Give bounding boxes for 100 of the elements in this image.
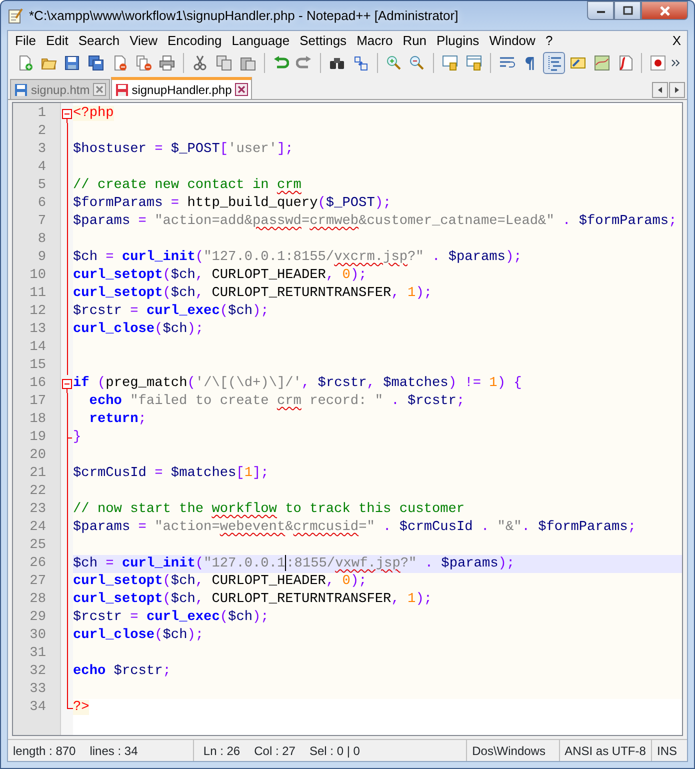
menu-item[interactable]: Search [73,30,125,50]
code-line: echo $rcstr; [73,663,172,681]
line-number: 21 [30,466,46,481]
replace-icon [352,55,369,71]
code-editor[interactable] [12,102,683,736]
status-text: ANSI as UTF-8 [564,742,646,760]
save-icon [64,55,80,71]
line-number: 4 [38,160,46,175]
menu-item[interactable]: Window [484,30,540,50]
code-line: // create new contact in crm [73,177,302,195]
status-text: INS [657,742,678,760]
menu-item[interactable]: Macro [352,30,398,50]
menu-item[interactable]: Plugins [432,30,484,50]
line-number: 26 [30,556,46,571]
code-line: $hostuser = $_POST['user']; [73,141,294,159]
menu-item[interactable]: Run [398,30,432,50]
indent-guide-icon [546,55,562,71]
copy-icon [216,55,232,71]
close-icon[interactable] [92,83,106,96]
close-file-icon [112,55,128,71]
menu-item[interactable]: Encoding [162,30,227,50]
code-line: curl_setopt($ch, CURLOPT_HEADER, 0); [73,573,368,591]
line-number: 17 [30,394,46,409]
code-line: $ch = curl_init("127.0.0.1:8155/vxcrm.jsp?" . $params); [73,249,523,267]
close-all-icon [136,55,152,71]
code-line: return; [88,411,148,429]
sync-scroll-icon [442,55,458,71]
status-text: Ln : 26 [203,742,240,760]
line-number: 34 [30,700,46,715]
line-number: 30 [30,628,46,643]
line-number: 18 [30,412,46,427]
menu-item[interactable]: View [124,30,163,50]
menu-item[interactable]: ? [540,30,558,50]
line-number: 14 [30,340,46,355]
line-number: 24 [30,520,46,535]
line-number: 7 [38,214,46,229]
status-text: length : 870 [13,742,76,760]
file-tab[interactable]: signup.htm [10,79,110,99]
close-document-button[interactable]: X [668,30,685,50]
line-number: 9 [38,250,46,265]
file-tab[interactable]: signupHandler.php [110,77,252,99]
status-text: lines : 34 [90,742,138,760]
line-number: 22 [30,484,46,499]
menu-item[interactable]: File [10,30,41,50]
code-line: curl_close($ch); [73,627,205,645]
sync-scroll-icon [466,55,482,71]
line-number: 3 [38,142,46,157]
left-arrow-icon [657,86,663,92]
document-map-icon [594,55,610,71]
menu-item[interactable]: Settings [294,30,352,50]
code-line: if (preg_match('/\[(\d+)\]/', $rcstr, $matches) != 1) { [73,375,523,393]
line-number: 20 [30,448,46,463]
language-panel-icon [570,55,586,71]
line-number: 1 [38,106,46,121]
close-button[interactable] [641,1,688,20]
new-file-icon [16,55,33,71]
line-number: 31 [30,646,46,661]
close-icon[interactable] [234,83,248,96]
minimize-button[interactable] [587,1,614,20]
more-tools-button[interactable] [671,59,682,67]
line-number: 33 [30,682,46,697]
line-number: 2 [38,124,46,139]
menu-item[interactable]: Language [226,30,295,50]
code-line: $crmCusId = $matches[1]; [73,465,270,483]
line-number: 10 [30,268,46,283]
line-number: 13 [30,322,46,337]
scroll-left-button[interactable] [652,82,668,98]
scroll-right-button[interactable] [669,82,685,98]
code-line: $formParams = http_build_query($_POST); [73,195,392,213]
line-number: 11 [30,286,46,301]
line-number: 27 [30,574,46,589]
maximize-button[interactable] [614,1,641,20]
chevron-icon [671,59,682,67]
save-all-icon [88,55,104,71]
tab-label: signupHandler.php [132,82,232,98]
menu-item[interactable]: Edit [40,30,74,50]
code-line: curl_setopt($ch, CURLOPT_RETURNTRANSFER, 1); [73,591,434,609]
code-line: $rcstr = curl_exec($ch); [73,609,270,627]
paste-icon [240,55,256,71]
tab-label: signup.htm [31,82,90,98]
line-number: 6 [38,196,46,211]
status-text: Col : 27 [254,742,296,760]
status-text: Dos\Windows [472,742,546,760]
line-number: 12 [30,304,46,319]
undo-icon [272,55,288,71]
notepad-icon [7,8,23,24]
function-list-icon [617,55,634,71]
find-icon [329,55,346,71]
code-line: $rcstr = curl_exec($ch); [73,303,270,321]
code-line: } [73,429,82,447]
line-number: 28 [30,592,46,607]
zoom-in-icon [386,55,402,71]
code-line: curl_setopt($ch, CURLOPT_RETURNTRANSFER, 1); [73,285,434,303]
line-number: 25 [30,538,46,553]
line-number: 8 [38,232,46,247]
line-number: 23 [30,502,46,517]
redo-icon [296,55,312,71]
maximize-icon [622,6,632,15]
cut-icon [192,55,208,71]
indent-guide-button[interactable] [543,52,565,74]
